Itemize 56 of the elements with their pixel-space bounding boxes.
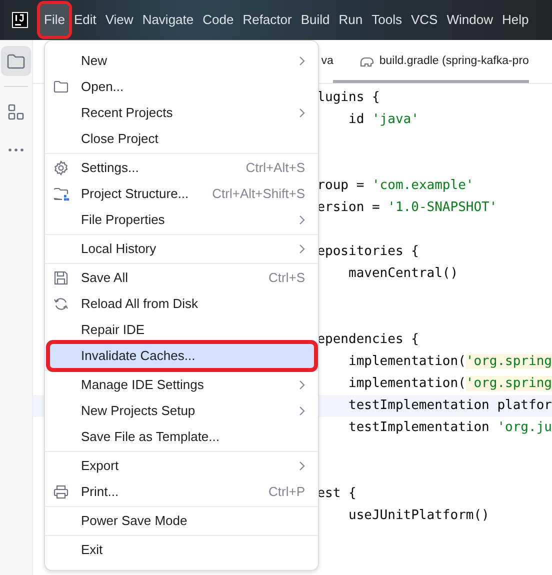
menu-bar-item[interactable]: Code bbox=[198, 4, 238, 36]
editor-tab[interactable]: build.gradle (spring-kafka-pro bbox=[333, 40, 529, 83]
menu-item[interactable]: Reload All from Disk bbox=[49, 291, 315, 317]
code-line: id 'java' bbox=[347, 112, 419, 128]
project-structure-icon bbox=[53, 186, 69, 202]
menu-bar-item[interactable]: Help bbox=[498, 4, 533, 36]
menu-item[interactable]: Local History bbox=[49, 236, 315, 262]
printer-icon bbox=[53, 484, 69, 500]
structure-icon bbox=[8, 104, 24, 120]
menu-bar-item[interactable]: File bbox=[40, 4, 69, 36]
menu-item[interactable]: Settings... Ctrl+Alt+S bbox=[49, 155, 315, 181]
menu-item[interactable]: Print... Ctrl+P bbox=[49, 479, 315, 505]
shortcut-label: Ctrl+S bbox=[268, 269, 305, 288]
tool-window-button[interactable] bbox=[1, 46, 32, 76]
more-icon bbox=[8, 148, 24, 152]
menu-bar-item[interactable]: Navigate bbox=[138, 4, 198, 36]
menu-item[interactable]: Export bbox=[49, 453, 315, 479]
code-line: lugins { bbox=[317, 90, 380, 106]
code-line: implementation('org.spring bbox=[347, 376, 552, 392]
menu-bar-item[interactable]: Edit bbox=[70, 4, 100, 36]
app-logo-icon[interactable] bbox=[12, 12, 28, 28]
menu-item[interactable]: Save File as Template... bbox=[49, 424, 315, 450]
menu-item[interactable]: Exit bbox=[49, 537, 315, 563]
reload-icon bbox=[53, 296, 69, 312]
shortcut-label: Ctrl+P bbox=[268, 483, 305, 502]
code-line: ersion = '1.0-SNAPSHOT' bbox=[317, 200, 498, 216]
menu-item[interactable]: Invalidate Caches... bbox=[49, 343, 315, 369]
folder-icon bbox=[53, 79, 69, 95]
menu-bar-item[interactable]: Window bbox=[442, 4, 497, 36]
code-line: ependencies { bbox=[317, 332, 419, 348]
folder-icon bbox=[7, 54, 26, 68]
menu-item[interactable]: Repair IDE bbox=[49, 317, 315, 343]
gear-icon bbox=[53, 160, 69, 176]
menu-bar-item[interactable]: VCS bbox=[406, 4, 442, 36]
menu-bar-item[interactable]: Tools bbox=[368, 4, 406, 36]
code-line: epositories { bbox=[317, 244, 419, 260]
menu-bar-item[interactable]: Build bbox=[296, 4, 334, 36]
menu-item[interactable]: New Projects Setup bbox=[49, 398, 315, 424]
shortcut-label: Ctrl+Alt+S bbox=[246, 159, 305, 178]
code-line: roup = 'com.example' bbox=[317, 178, 474, 194]
menu-item[interactable]: Manage IDE Settings bbox=[49, 372, 315, 398]
shortcut-label: Ctrl+Alt+Shift+S bbox=[212, 185, 305, 204]
menu-item[interactable]: File Properties bbox=[49, 207, 315, 233]
code-line: useJUnitPlatform() bbox=[347, 508, 490, 524]
menu-item[interactable]: Project Structure... Ctrl+Alt+Shift+S bbox=[49, 181, 315, 207]
menu-bar-item[interactable]: Run bbox=[334, 4, 367, 36]
code-line: testImplementation platfor bbox=[347, 398, 552, 414]
menu-item[interactable]: Close Project bbox=[49, 126, 315, 152]
code-line: testImplementation 'org.ju bbox=[347, 420, 552, 436]
code-line: mavenCentral() bbox=[347, 266, 458, 282]
menu-item[interactable]: Recent Projects bbox=[49, 100, 315, 126]
menu-item[interactable]: Power Save Mode bbox=[49, 508, 315, 534]
menu-item[interactable]: Save All Ctrl+S bbox=[49, 265, 315, 291]
menu-bar-item[interactable]: Refactor bbox=[238, 4, 296, 36]
menu-bar-item[interactable]: View bbox=[101, 4, 138, 36]
code-line: implementation('org.spring bbox=[347, 354, 552, 370]
